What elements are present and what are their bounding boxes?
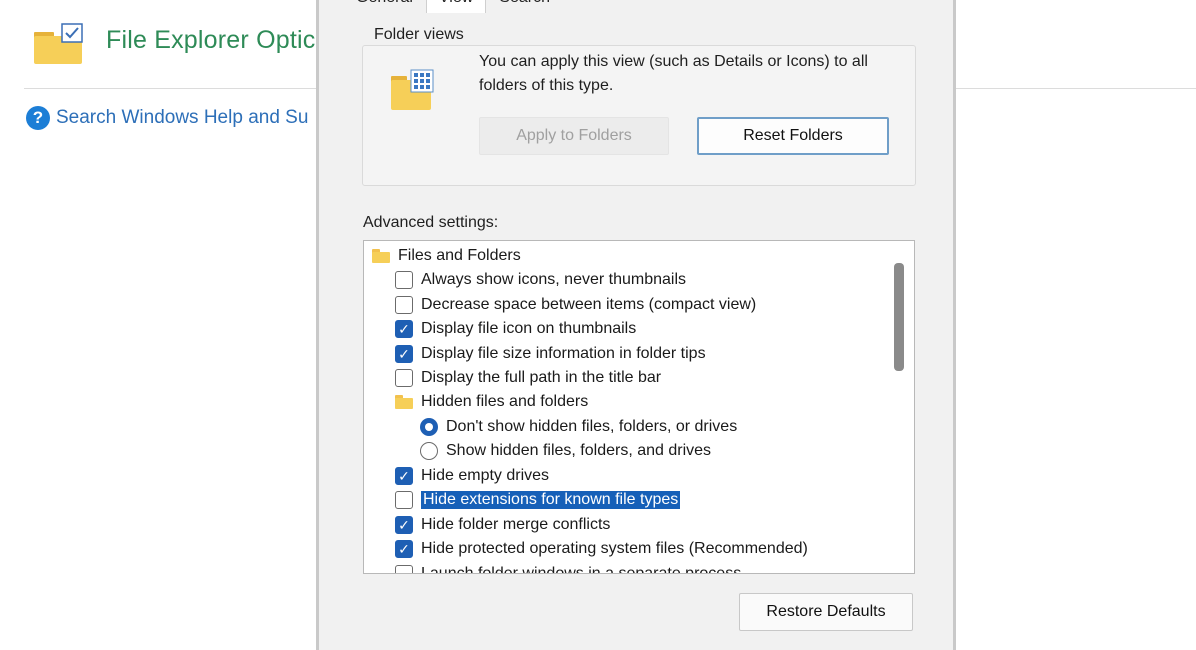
- radio-selected[interactable]: [420, 418, 438, 436]
- list-item-label: Display the full path in the title bar: [421, 369, 662, 386]
- list-item-hide-merge-conflicts[interactable]: ✓ Hide folder merge conflicts: [395, 514, 610, 536]
- checkbox[interactable]: [395, 296, 413, 314]
- checkbox[interactable]: [395, 565, 413, 573]
- help-link-text[interactable]: Search Windows Help and Su: [56, 107, 308, 129]
- restore-defaults-button[interactable]: Restore Defaults: [739, 593, 913, 631]
- list-item-label: Display file icon on thumbnails: [421, 320, 637, 337]
- checkbox-checked[interactable]: ✓: [395, 345, 413, 363]
- tab-general[interactable]: General: [343, 0, 426, 14]
- page-title: File Explorer Optic: [106, 26, 316, 54]
- reset-folders-button[interactable]: Reset Folders: [697, 117, 889, 155]
- checkbox[interactable]: [395, 369, 413, 387]
- checkbox-checked[interactable]: ✓: [395, 516, 413, 534]
- list-item-label: Hide protected operating system files (R…: [421, 540, 808, 557]
- advanced-settings-list[interactable]: Files and Folders Always show icons, nev…: [363, 240, 915, 574]
- list-item-hide-protected-files[interactable]: ✓ Hide protected operating system files …: [395, 538, 808, 560]
- list-item-label-selected: Hide extensions for known file types: [421, 491, 681, 509]
- folder-icon: [395, 395, 413, 409]
- advanced-settings-label: Advanced settings:: [363, 214, 499, 231]
- checkbox-checked[interactable]: ✓: [395, 540, 413, 558]
- list-item-hidden-files-folder: Hidden files and folders: [395, 391, 588, 413]
- tab-search[interactable]: Search: [486, 0, 563, 14]
- list-item-label: Hide folder merge conflicts: [421, 516, 611, 533]
- list-item-display-file-icon[interactable]: ✓ Display file icon on thumbnails: [395, 318, 636, 340]
- scrollbar-thumb[interactable]: [894, 263, 904, 371]
- tab-strip: General View Search: [343, 0, 563, 14]
- folder-options-dialog: General View Search Folder views You can…: [316, 0, 956, 650]
- list-item-label: Show hidden files, folders, and drives: [446, 442, 712, 459]
- folder-icon: [372, 249, 390, 263]
- apply-to-folders-button[interactable]: Apply to Folders: [479, 117, 669, 155]
- list-item-label: Hide empty drives: [421, 467, 550, 484]
- list-item-always-show-icons[interactable]: Always show icons, never thumbnails: [395, 269, 686, 291]
- list-item-label: Always show icons, never thumbnails: [421, 271, 687, 288]
- folder-options-icon: [34, 23, 83, 64]
- list-item-files-and-folders: Files and Folders: [372, 245, 521, 267]
- list-item-launch-separate-process[interactable]: Launch folder windows in a separate proc…: [395, 563, 742, 574]
- list-item-label: Don't show hidden files, folders, or dri…: [446, 418, 738, 435]
- folder-views-label: Folder views: [371, 26, 467, 44]
- help-icon: ?: [26, 106, 50, 130]
- list-item-display-full-path[interactable]: Display the full path in the title bar: [395, 367, 661, 389]
- folder-view-icon: [391, 69, 434, 110]
- list-item-decrease-space[interactable]: Decrease space between items (compact vi…: [395, 294, 756, 316]
- list-item-label: Files and Folders: [398, 247, 521, 264]
- list-item-label: Hidden files and folders: [421, 393, 589, 410]
- checkbox-checked[interactable]: ✓: [395, 320, 413, 338]
- list-item-display-file-size[interactable]: ✓ Display file size information in folde…: [395, 343, 706, 365]
- checkbox[interactable]: [395, 491, 413, 509]
- list-item-label: Decrease space between items (compact vi…: [421, 296, 757, 313]
- checkbox[interactable]: [395, 271, 413, 289]
- list-item-hide-empty-drives[interactable]: ✓ Hide empty drives: [395, 465, 549, 487]
- list-item-label: Display file size information in folder …: [421, 345, 706, 362]
- help-link[interactable]: ? Search Windows Help and Su: [26, 106, 308, 130]
- tab-view[interactable]: View: [425, 0, 487, 13]
- list-item-label: Launch folder windows in a separate proc…: [421, 565, 742, 574]
- list-item-show-hidden[interactable]: Show hidden files, folders, and drives: [420, 440, 711, 462]
- checkbox-checked[interactable]: ✓: [395, 467, 413, 485]
- list-item-hide-extensions[interactable]: Hide extensions for known file types: [395, 489, 681, 511]
- list-item-dont-show-hidden[interactable]: Don't show hidden files, folders, or dri…: [420, 416, 737, 438]
- control-panel-header: [32, 22, 84, 66]
- folder-views-description: You can apply this view (such as Details…: [479, 53, 868, 94]
- radio[interactable]: [420, 442, 438, 460]
